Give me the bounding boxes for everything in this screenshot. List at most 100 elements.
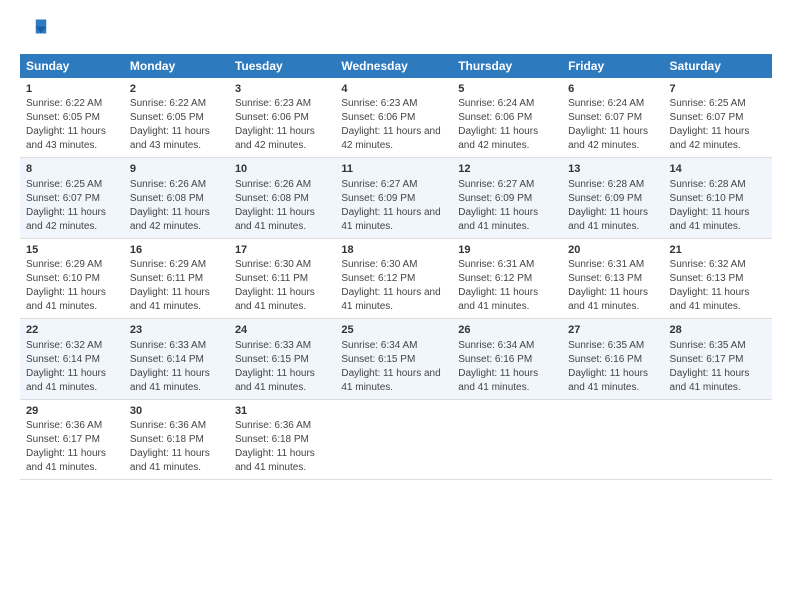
day-number: 3	[235, 82, 329, 97]
daylight: Daylight: 11 hours and 41 minutes.	[670, 367, 766, 395]
sunrise: Sunrise: 6:31 AM	[458, 258, 556, 272]
day-cell: 14Sunrise: 6:28 AMSunset: 6:10 PMDayligh…	[664, 158, 772, 238]
day-cell: 3Sunrise: 6:23 AMSunset: 6:06 PMDaylight…	[229, 78, 335, 158]
day-cell	[664, 399, 772, 479]
daylight: Daylight: 11 hours and 42 minutes.	[670, 125, 766, 153]
sunset: Sunset: 6:17 PM	[26, 433, 118, 447]
header-row: SundayMondayTuesdayWednesdayThursdayFrid…	[20, 54, 772, 78]
sunset: Sunset: 6:05 PM	[130, 111, 223, 125]
week-row-2: 8Sunrise: 6:25 AMSunset: 6:07 PMDaylight…	[20, 158, 772, 238]
sunrise: Sunrise: 6:32 AM	[670, 258, 766, 272]
daylight: Daylight: 11 hours and 42 minutes.	[26, 206, 118, 234]
sunset: Sunset: 6:10 PM	[670, 192, 766, 206]
col-header-wednesday: Wednesday	[335, 54, 452, 78]
day-cell: 23Sunrise: 6:33 AMSunset: 6:14 PMDayligh…	[124, 319, 229, 399]
sunset: Sunset: 6:05 PM	[26, 111, 118, 125]
day-cell	[562, 399, 663, 479]
sunrise: Sunrise: 6:23 AM	[235, 97, 329, 111]
sunset: Sunset: 6:07 PM	[568, 111, 657, 125]
day-cell: 30Sunrise: 6:36 AMSunset: 6:18 PMDayligh…	[124, 399, 229, 479]
col-header-saturday: Saturday	[664, 54, 772, 78]
daylight: Daylight: 11 hours and 41 minutes.	[568, 286, 657, 314]
day-cell: 21Sunrise: 6:32 AMSunset: 6:13 PMDayligh…	[664, 238, 772, 318]
day-number: 18	[341, 243, 446, 258]
day-cell: 27Sunrise: 6:35 AMSunset: 6:16 PMDayligh…	[562, 319, 663, 399]
daylight: Daylight: 11 hours and 41 minutes.	[568, 206, 657, 234]
day-number: 4	[341, 82, 446, 97]
daylight: Daylight: 11 hours and 43 minutes.	[130, 125, 223, 153]
sunset: Sunset: 6:16 PM	[568, 353, 657, 367]
sunrise: Sunrise: 6:28 AM	[670, 178, 766, 192]
daylight: Daylight: 11 hours and 41 minutes.	[670, 206, 766, 234]
col-header-sunday: Sunday	[20, 54, 124, 78]
day-number: 1	[26, 82, 118, 97]
day-number: 20	[568, 243, 657, 258]
day-cell: 20Sunrise: 6:31 AMSunset: 6:13 PMDayligh…	[562, 238, 663, 318]
day-number: 9	[130, 162, 223, 177]
sunrise: Sunrise: 6:26 AM	[235, 178, 329, 192]
day-cell	[452, 399, 562, 479]
day-number: 10	[235, 162, 329, 177]
sunset: Sunset: 6:11 PM	[130, 272, 223, 286]
day-cell: 18Sunrise: 6:30 AMSunset: 6:12 PMDayligh…	[335, 238, 452, 318]
daylight: Daylight: 11 hours and 42 minutes.	[568, 125, 657, 153]
day-number: 6	[568, 82, 657, 97]
sunrise: Sunrise: 6:32 AM	[26, 339, 118, 353]
day-number: 24	[235, 323, 329, 338]
sunset: Sunset: 6:13 PM	[670, 272, 766, 286]
header	[20, 16, 772, 44]
day-cell: 31Sunrise: 6:36 AMSunset: 6:18 PMDayligh…	[229, 399, 335, 479]
col-header-tuesday: Tuesday	[229, 54, 335, 78]
col-header-friday: Friday	[562, 54, 663, 78]
day-number: 12	[458, 162, 556, 177]
calendar-table: SundayMondayTuesdayWednesdayThursdayFrid…	[20, 54, 772, 480]
daylight: Daylight: 11 hours and 41 minutes.	[341, 367, 446, 395]
sunrise: Sunrise: 6:29 AM	[130, 258, 223, 272]
sunrise: Sunrise: 6:36 AM	[26, 419, 118, 433]
page: SundayMondayTuesdayWednesdayThursdayFrid…	[0, 0, 792, 612]
sunset: Sunset: 6:11 PM	[235, 272, 329, 286]
day-cell: 12Sunrise: 6:27 AMSunset: 6:09 PMDayligh…	[452, 158, 562, 238]
daylight: Daylight: 11 hours and 41 minutes.	[235, 367, 329, 395]
sunset: Sunset: 6:06 PM	[235, 111, 329, 125]
day-number: 8	[26, 162, 118, 177]
sunset: Sunset: 6:14 PM	[26, 353, 118, 367]
day-number: 22	[26, 323, 118, 338]
col-header-thursday: Thursday	[452, 54, 562, 78]
daylight: Daylight: 11 hours and 41 minutes.	[458, 367, 556, 395]
sunrise: Sunrise: 6:29 AM	[26, 258, 118, 272]
day-number: 25	[341, 323, 446, 338]
day-number: 14	[670, 162, 766, 177]
sunrise: Sunrise: 6:28 AM	[568, 178, 657, 192]
sunrise: Sunrise: 6:26 AM	[130, 178, 223, 192]
sunrise: Sunrise: 6:22 AM	[26, 97, 118, 111]
day-number: 26	[458, 323, 556, 338]
daylight: Daylight: 11 hours and 41 minutes.	[568, 367, 657, 395]
day-number: 31	[235, 404, 329, 419]
sunrise: Sunrise: 6:25 AM	[670, 97, 766, 111]
sunset: Sunset: 6:08 PM	[130, 192, 223, 206]
day-number: 19	[458, 243, 556, 258]
logo	[20, 16, 52, 44]
day-number: 5	[458, 82, 556, 97]
sunrise: Sunrise: 6:31 AM	[568, 258, 657, 272]
day-cell: 26Sunrise: 6:34 AMSunset: 6:16 PMDayligh…	[452, 319, 562, 399]
week-row-1: 1Sunrise: 6:22 AMSunset: 6:05 PMDaylight…	[20, 78, 772, 158]
day-cell: 24Sunrise: 6:33 AMSunset: 6:15 PMDayligh…	[229, 319, 335, 399]
daylight: Daylight: 11 hours and 41 minutes.	[26, 367, 118, 395]
sunset: Sunset: 6:08 PM	[235, 192, 329, 206]
week-row-3: 15Sunrise: 6:29 AMSunset: 6:10 PMDayligh…	[20, 238, 772, 318]
day-cell: 5Sunrise: 6:24 AMSunset: 6:06 PMDaylight…	[452, 78, 562, 158]
day-number: 21	[670, 243, 766, 258]
sunset: Sunset: 6:15 PM	[341, 353, 446, 367]
sunset: Sunset: 6:10 PM	[26, 272, 118, 286]
sunset: Sunset: 6:09 PM	[341, 192, 446, 206]
day-cell: 15Sunrise: 6:29 AMSunset: 6:10 PMDayligh…	[20, 238, 124, 318]
sunset: Sunset: 6:06 PM	[341, 111, 446, 125]
col-header-monday: Monday	[124, 54, 229, 78]
day-cell: 8Sunrise: 6:25 AMSunset: 6:07 PMDaylight…	[20, 158, 124, 238]
day-number: 29	[26, 404, 118, 419]
sunset: Sunset: 6:12 PM	[341, 272, 446, 286]
sunrise: Sunrise: 6:35 AM	[670, 339, 766, 353]
day-cell: 25Sunrise: 6:34 AMSunset: 6:15 PMDayligh…	[335, 319, 452, 399]
